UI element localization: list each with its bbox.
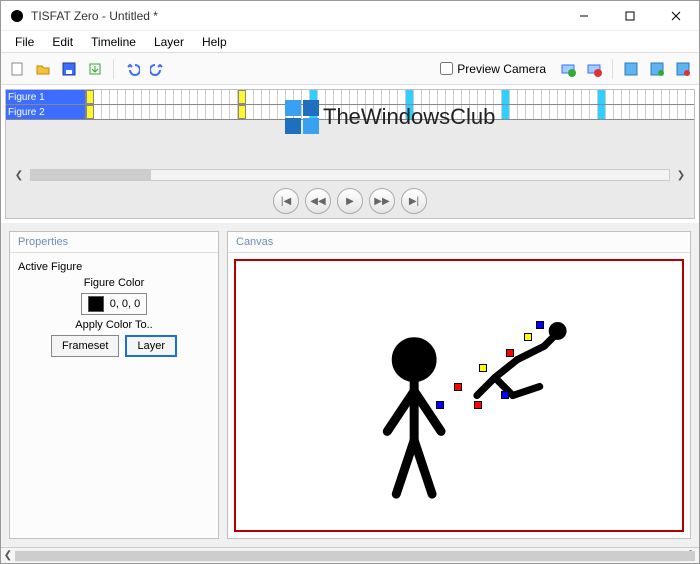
joint-handle[interactable] [454, 383, 462, 391]
preview-camera-checkbox[interactable] [440, 62, 453, 75]
timeline-scrollbar[interactable]: ❮ ❯ [6, 166, 694, 184]
color-swatch [88, 296, 104, 312]
frame-c-icon[interactable] [671, 57, 695, 81]
layer-add-icon[interactable] [556, 57, 580, 81]
menu-layer[interactable]: Layer [146, 33, 192, 51]
menu-help[interactable]: Help [194, 33, 235, 51]
figure-color-label: Figure Color [18, 277, 210, 289]
scroll-left-icon[interactable]: ❮ [12, 168, 26, 182]
prev-frame-icon[interactable]: ◀◀ [305, 188, 331, 214]
redo-icon[interactable] [146, 57, 170, 81]
last-frame-icon[interactable]: ▶| [401, 188, 427, 214]
first-frame-icon[interactable]: |◀ [273, 188, 299, 214]
properties-title: Properties [10, 232, 218, 253]
toolbar: Preview Camera [1, 53, 699, 85]
joint-handle[interactable] [524, 333, 532, 341]
canvas-panel: Canvas [227, 231, 691, 539]
export-icon[interactable] [83, 57, 107, 81]
frame-b-icon[interactable] [645, 57, 669, 81]
watermark-logo-icon [285, 100, 319, 134]
window-title: TISFAT Zero - Untitled * [31, 9, 561, 23]
preview-camera-toggle[interactable]: Preview Camera [440, 62, 546, 76]
properties-panel: Properties Active Figure Figure Color 0,… [9, 231, 219, 539]
save-icon[interactable] [57, 57, 81, 81]
joint-handle[interactable] [501, 391, 509, 399]
joint-handle[interactable] [479, 364, 487, 372]
play-icon[interactable]: ▶ [337, 188, 363, 214]
frame-a-icon[interactable] [619, 57, 643, 81]
joint-handle[interactable] [536, 321, 544, 329]
canvas[interactable] [234, 259, 684, 532]
figure-row-2[interactable]: Figure 2 [6, 105, 85, 120]
stick-figure[interactable] [236, 261, 682, 530]
joint-handle[interactable] [436, 401, 444, 409]
color-value: 0, 0, 0 [110, 298, 141, 310]
app-icon [9, 8, 25, 24]
preview-camera-label: Preview Camera [457, 62, 546, 76]
menu-timeline[interactable]: Timeline [83, 33, 144, 51]
menu-file[interactable]: File [7, 33, 42, 51]
close-button[interactable] [653, 1, 699, 31]
menubar: File Edit Timeline Layer Help [1, 31, 699, 53]
active-figure-label: Active Figure [18, 261, 210, 273]
hscroll-left-icon[interactable]: ❮ [1, 549, 15, 563]
canvas-title: Canvas [228, 232, 690, 253]
minimize-button[interactable] [561, 1, 607, 31]
window-h-scrollbar[interactable]: ❮ ❯ [1, 547, 699, 563]
playback-controls: |◀ ◀◀ ▶ ▶▶ ▶| [6, 184, 694, 218]
undo-icon[interactable] [120, 57, 144, 81]
titlebar: TISFAT Zero - Untitled * [1, 1, 699, 31]
scroll-thumb[interactable] [31, 170, 151, 180]
watermark: TheWindowsClub [285, 100, 495, 134]
scroll-right-icon[interactable]: ❯ [674, 168, 688, 182]
layer-remove-icon[interactable] [582, 57, 606, 81]
next-frame-icon[interactable]: ▶▶ [369, 188, 395, 214]
joint-handle[interactable] [474, 401, 482, 409]
frameset-button[interactable]: Frameset [51, 335, 119, 357]
new-file-icon[interactable] [5, 57, 29, 81]
hscroll-thumb[interactable] [15, 551, 695, 561]
figure-row-1[interactable]: Figure 1 [6, 90, 85, 105]
open-file-icon[interactable] [31, 57, 55, 81]
menu-edit[interactable]: Edit [44, 33, 81, 51]
maximize-button[interactable] [607, 1, 653, 31]
apply-color-label: Apply Color To.. [18, 319, 210, 331]
joint-handle[interactable] [506, 349, 514, 357]
watermark-text: TheWindowsClub [323, 104, 495, 130]
layer-button[interactable]: Layer [125, 335, 177, 357]
figure-color-picker[interactable]: 0, 0, 0 [81, 293, 148, 315]
